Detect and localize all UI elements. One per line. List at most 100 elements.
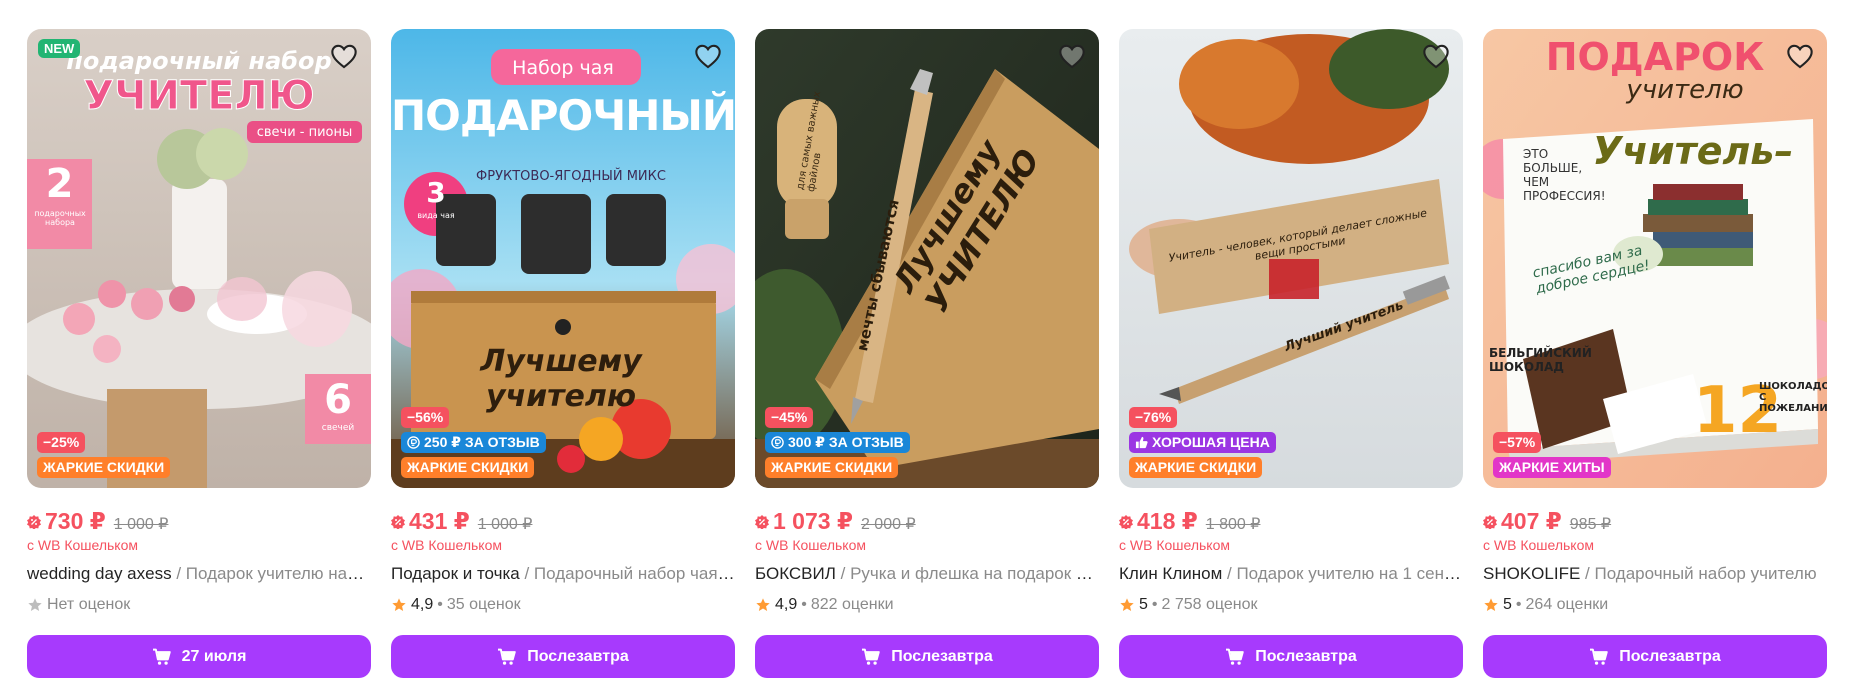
price: 407 ₽ [1483, 508, 1562, 535]
add-to-cart-button[interactable]: 27 июля [27, 635, 371, 678]
price: 730 ₽ [27, 508, 106, 535]
wallet-discount-icon [27, 514, 41, 529]
product-name: / Подарок учителю на 1 сентября [1222, 564, 1463, 583]
review-bonus-text: 300 ₽ ЗА ОТЗЫВ [788, 434, 904, 450]
star-icon [756, 598, 770, 611]
product-title[interactable]: wedding day axess / Подарок учителю набо… [27, 564, 371, 586]
separator: • [1515, 596, 1522, 613]
price-value: 418 ₽ [1137, 508, 1198, 534]
separator: • [1151, 596, 1158, 613]
sale-badge: ЖАРКИЕ СКИДКИ [765, 457, 899, 478]
old-price: 2 000 ₽ [860, 515, 916, 533]
favorite-button[interactable] [1783, 39, 1817, 73]
image-caption: вида чая [417, 211, 455, 220]
old-price: 1 000 ₽ [113, 515, 169, 533]
favorite-button[interactable] [691, 39, 725, 73]
old-price: 1 000 ₽ [477, 515, 533, 533]
image-caption: подарочных набора [34, 209, 86, 227]
separator: • [801, 596, 807, 613]
heart-icon [1059, 44, 1085, 69]
badges: −57% ЖАРКИЕ ХИТЫ [1493, 432, 1611, 478]
product-card[interactable]: подарочный набор УЧИТЕЛЮ свечи - пионы 2… [27, 29, 371, 678]
heart-icon [331, 44, 357, 69]
brand: Клин Клином [1119, 564, 1223, 583]
product-card[interactable]: Учитель - человек, который делает сложны… [1119, 29, 1463, 678]
sale-badge: ЖАРКИЕ ХИТЫ [1493, 457, 1611, 478]
add-to-cart-button[interactable]: Послезавтра [1119, 635, 1463, 678]
rating: 4,9 • 822 оценки [755, 594, 1099, 616]
add-to-cart-button[interactable]: Послезавтра [1483, 635, 1827, 678]
review-bonus-badge: 300 ₽ ЗА ОТЗЫВ [765, 432, 910, 453]
cart-icon [152, 648, 171, 665]
coin-icon [407, 436, 420, 449]
product-image[interactable]: Набор чая ПОДАРОЧНЫЙ ФРУКТОВО-ЯГОДНЫЙ МИ… [391, 29, 735, 488]
product-title[interactable]: Подарок и точка / Подарочный набор чая у… [391, 564, 735, 586]
image-caption: ПОДАРОК [1545, 35, 1765, 79]
thumbs-up-icon [1135, 436, 1148, 449]
image-caption: учителю [1626, 75, 1744, 105]
product-image[interactable]: подарочный набор УЧИТЕЛЮ свечи - пионы 2… [27, 29, 371, 488]
image-caption: 12 [1693, 374, 1783, 448]
price-value: 407 ₽ [1501, 508, 1562, 534]
image-caption: 2 [45, 161, 74, 207]
rating-value: 5 [1139, 596, 1148, 613]
discount-badge: −76% [1129, 407, 1178, 428]
price-value: 730 ₽ [45, 508, 106, 534]
rating: 5 • 264 оценки [1483, 594, 1827, 616]
product-image[interactable]: Лучшему УЧИТЕЛЮ мечты сбываются для самы… [755, 29, 1099, 488]
brand: wedding day axess [27, 564, 172, 583]
product-image[interactable]: ПОДАРОК учителю Учитель– ЭТО БОЛЬШЕ, ЧЕМ… [1483, 29, 1827, 488]
reviews-count: 35 оценок [446, 596, 521, 613]
rating-value: 4,9 [411, 596, 434, 613]
wallet-note: с WB Кошельком [755, 537, 866, 553]
product-image[interactable]: Учитель - человек, который делает сложны… [1119, 29, 1463, 488]
add-to-cart-button[interactable]: Послезавтра [391, 635, 735, 678]
coin-icon [771, 436, 784, 449]
heart-icon [1787, 44, 1813, 69]
reviews-count: Нет оценок [47, 596, 131, 613]
wallet-note: с WB Кошельком [391, 537, 502, 553]
add-to-cart-button[interactable]: Послезавтра [755, 635, 1099, 678]
image-caption: свечи - пионы [256, 125, 353, 140]
price-value: 431 ₽ [409, 508, 470, 534]
reviews-count: 2 758 оценок [1161, 596, 1258, 613]
wallet-discount-icon [391, 514, 405, 529]
price-value: 1 073 ₽ [773, 508, 853, 534]
new-badge: NEW [38, 39, 81, 58]
wallet-note: с WB Кошельком [1119, 537, 1230, 553]
review-bonus-text: 250 ₽ ЗА ОТЗЫВ [424, 434, 540, 450]
heart-icon [695, 44, 721, 69]
product-title[interactable]: Клин Клином / Подарок учителю на 1 сентя… [1119, 564, 1463, 586]
product-card[interactable]: Лучшему УЧИТЕЛЮ мечты сбываются для самы… [755, 29, 1099, 678]
badges: −45% 300 ₽ ЗА ОТЗЫВ ЖАРКИЕ СКИДКИ [765, 407, 910, 478]
product-card[interactable]: Набор чая ПОДАРОЧНЫЙ ФРУКТОВО-ЯГОДНЫЙ МИ… [391, 29, 735, 678]
delivery-date: Послезавтра [1255, 647, 1357, 665]
star-icon [28, 598, 42, 611]
discount-badge: −25% [37, 432, 86, 453]
price: 431 ₽ [391, 508, 470, 535]
favorite-button[interactable] [1419, 39, 1453, 73]
discount-badge: −56% [401, 407, 450, 428]
image-caption: 3 [426, 176, 446, 209]
star-icon [1120, 598, 1134, 611]
image-caption: ЭТО БОЛЬШЕ, ЧЕМ ПРОФЕССИЯ! [1523, 147, 1606, 203]
product-title[interactable]: БОКСВИЛ / Ручка и флешка на подарок учит… [755, 564, 1099, 586]
discount-badge: −57% [1493, 432, 1542, 453]
rating-value: 4,9 [775, 596, 798, 613]
cart-icon [1226, 648, 1244, 665]
product-name: / Ручка и флешка на подарок учителю [840, 564, 1099, 583]
good-price-text: ХОРОШАЯ ЦЕНА [1152, 434, 1270, 450]
image-caption: БЕЛЬГИЙСКИЙ ШОКОЛАД [1489, 346, 1592, 374]
favorite-button[interactable] [1055, 39, 1089, 73]
reviews-count: 822 оценки [810, 596, 894, 613]
price: 418 ₽ [1119, 508, 1198, 535]
cart-icon [498, 648, 516, 665]
brand: Подарок и точка [391, 564, 520, 583]
old-price: 985 ₽ [1569, 515, 1612, 533]
image-caption: ПОДАРОЧНЫЙ [391, 91, 735, 140]
product-card[interactable]: ПОДАРОК учителю Учитель– ЭТО БОЛЬШЕ, ЧЕМ… [1483, 29, 1827, 678]
wallet-note: с WB Кошельком [1483, 537, 1594, 553]
delivery-date: Послезавтра [527, 647, 629, 665]
favorite-button[interactable] [327, 39, 361, 73]
product-title[interactable]: SHOKOLIFE / Подарочный набор учителю [1483, 564, 1827, 586]
